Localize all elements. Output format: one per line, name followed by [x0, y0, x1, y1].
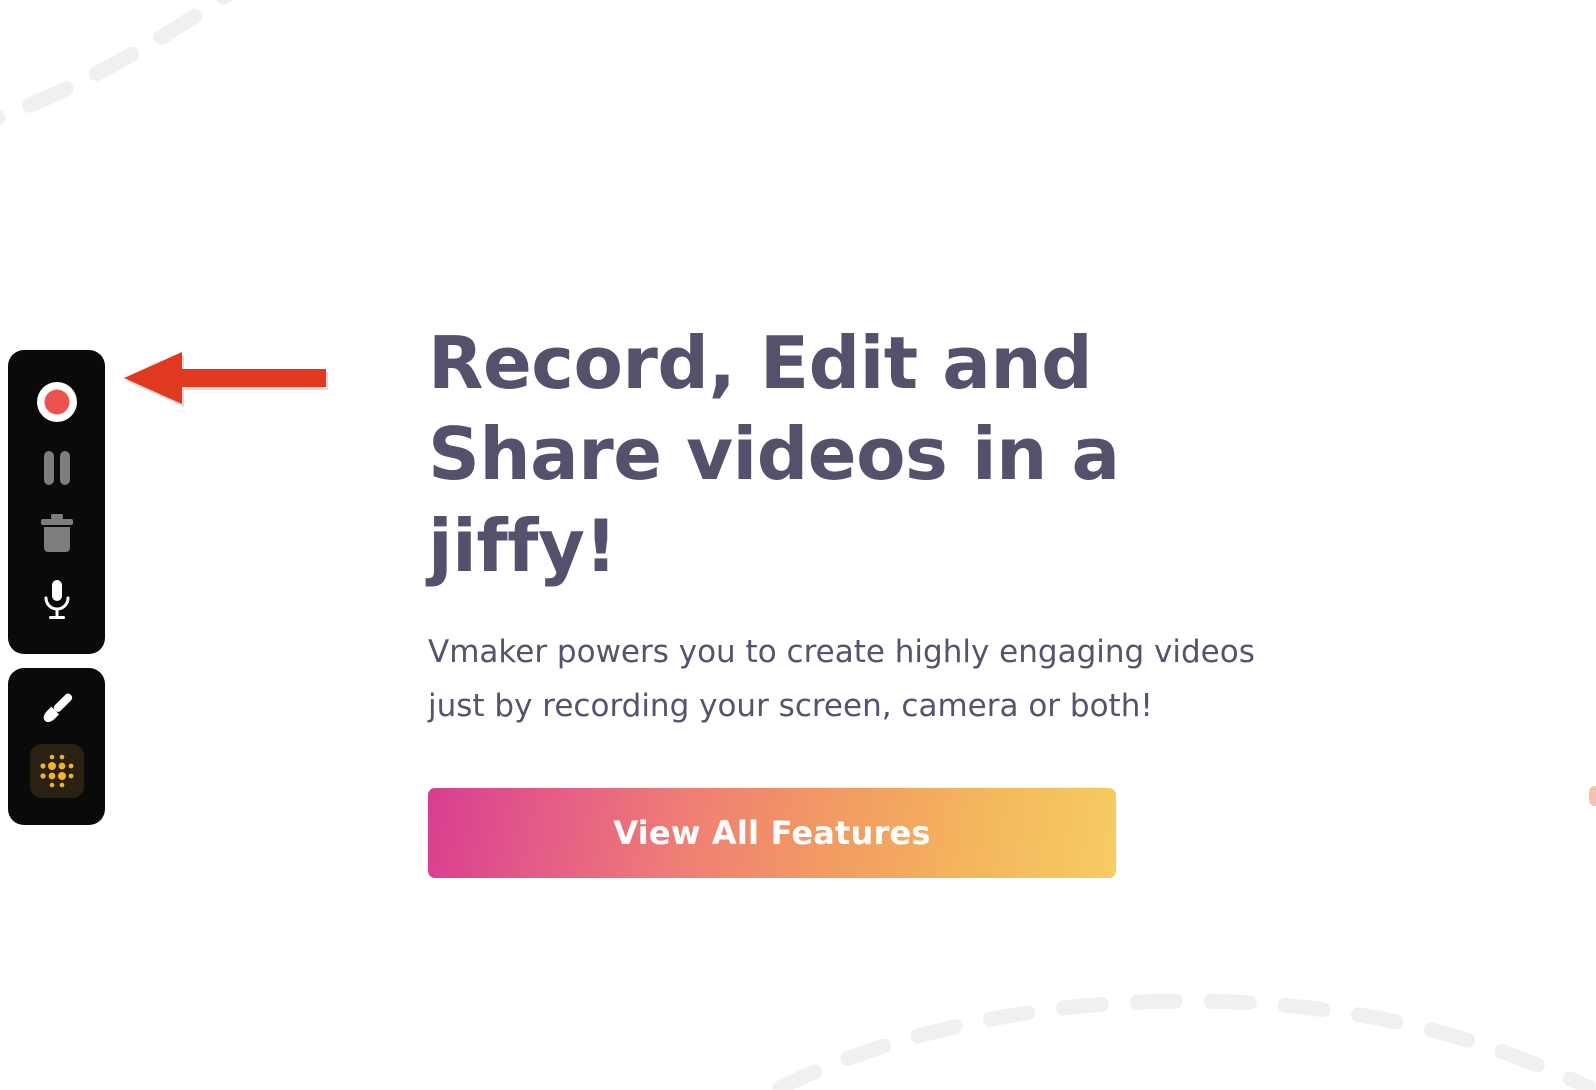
pause-button[interactable]	[26, 442, 88, 494]
paint-brush-icon	[43, 693, 72, 723]
spotlight-button[interactable]	[29, 744, 84, 798]
delete-button[interactable]	[26, 508, 88, 560]
dot-grid-icon	[39, 754, 73, 788]
trash-icon	[40, 514, 73, 552]
page-title: Record, Edit and Share videos in a jiffy…	[428, 321, 1120, 588]
recording-controls-panel	[8, 350, 105, 654]
brush-button[interactable]	[26, 682, 88, 734]
hero-section: Record, Edit and Share videos in a jiffy…	[428, 318, 1328, 878]
recorder-toolbar	[8, 350, 105, 825]
pause-icon	[43, 451, 70, 485]
dashed-arc-top-left	[0, 0, 233, 125]
record-button[interactable]	[26, 376, 88, 428]
record-icon	[36, 382, 77, 422]
pointer-arrow	[124, 352, 328, 407]
hero-subtitle: Vmaker powers you to create highly engag…	[428, 634, 1255, 724]
microphone-icon	[44, 580, 69, 619]
dashed-arc-bottom-right	[772, 993, 1596, 1090]
microphone-button[interactable]	[26, 574, 88, 626]
annotation-tools-panel	[8, 668, 105, 825]
view-all-features-button[interactable]: View All Features	[428, 787, 1116, 878]
edge-accent-sliver	[1589, 786, 1596, 806]
